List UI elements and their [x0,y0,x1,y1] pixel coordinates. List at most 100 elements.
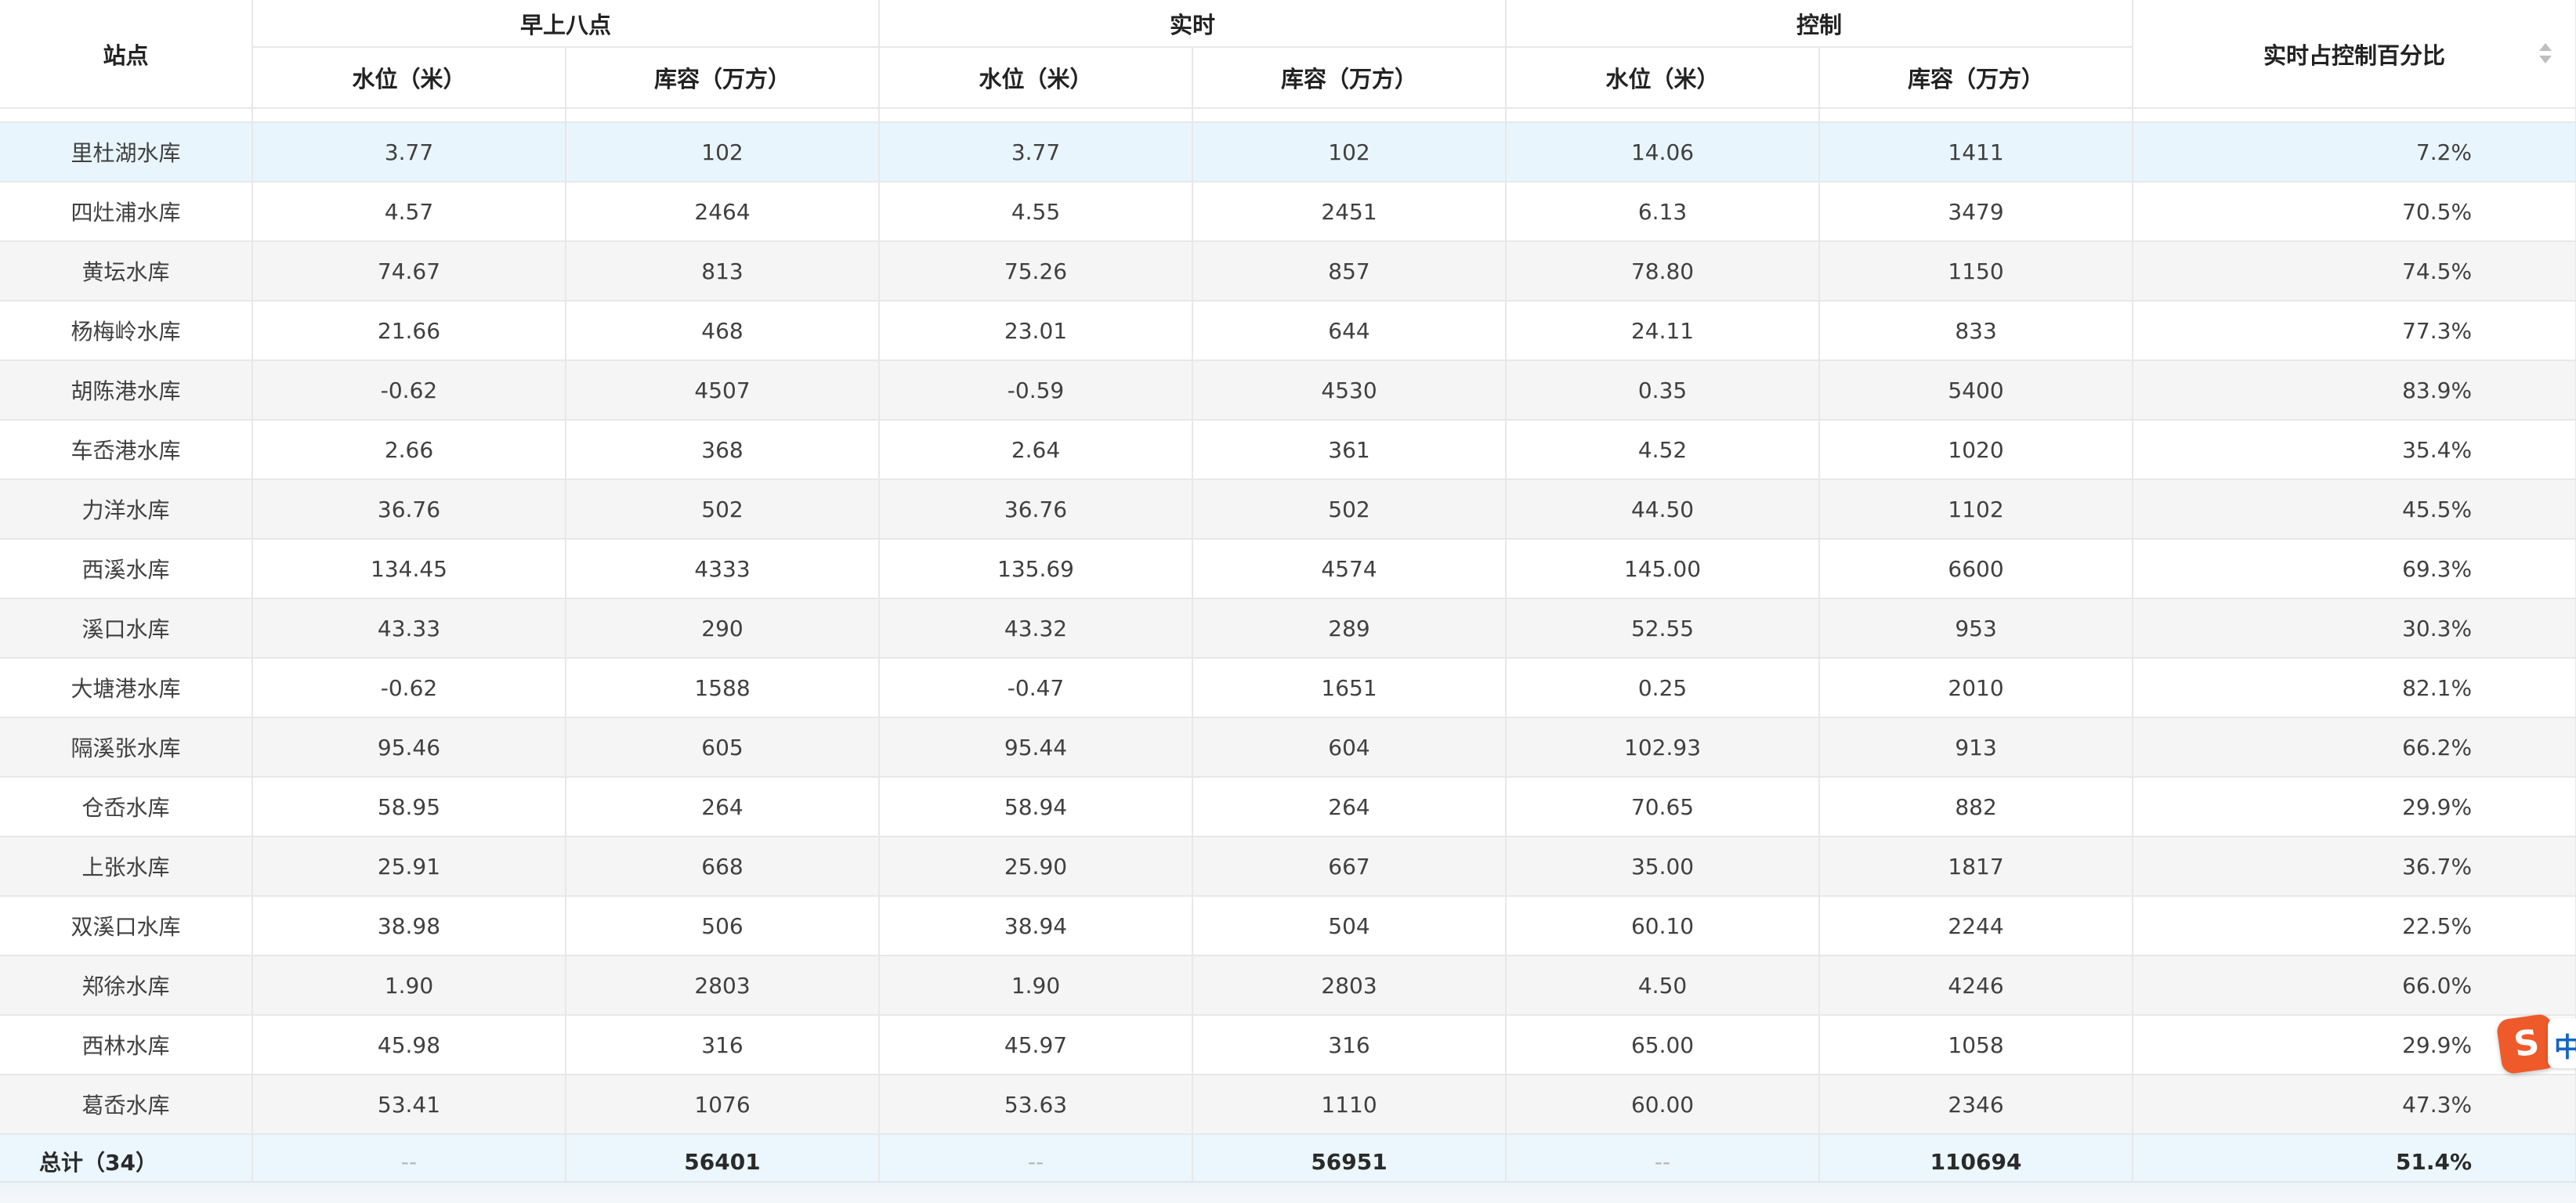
table-header: 站点 早上八点 实时 控制 实时占控制百分比 水位（米） 库容（万方） 水位（米… [0,0,2576,109]
morning-storage-cell: 813 [566,241,881,302]
ime-language-toggle[interactable]: 中 [2548,1018,2576,1068]
control-storage-cell: 1058 [1819,1015,2134,1075]
realtime-level-cell: 2.64 [879,420,1194,480]
table-row[interactable]: 车岙港水库 2.66 368 2.64 361 4.52 1020 35.4% [0,420,2576,480]
realtime-storage-cell: 316 [1192,1015,1507,1075]
station-cell: 黄坛水库 [0,241,253,302]
station-cell: 西林水库 [0,1015,253,1075]
morning-level-cell: 3.77 [252,122,566,182]
table-row[interactable]: 西林水库 45.98 316 45.97 316 65.00 1058 29.9% [0,1015,2576,1075]
control-level-cell: 24.11 [1506,301,1821,361]
table-row[interactable]: 双溪口水库 38.98 506 38.94 504 60.10 2244 22.5% [0,896,2576,956]
morning-level-cell: 4.57 [252,182,566,242]
table-row[interactable]: 葛岙水库 53.41 1076 53.63 1110 60.00 2346 47.3% [0,1075,2576,1135]
realtime-storage-cell: 2451 [1192,182,1507,242]
control-level-cell: 6.13 [1506,182,1821,242]
realtime-level-cell: -0.47 [879,658,1194,718]
morning-storage-cell: 1588 [566,658,881,718]
realtime-level-cell: 58.94 [879,777,1194,837]
control-level-cell: 65.00 [1506,1015,1821,1075]
station-cell: 葛岙水库 [0,1075,253,1135]
table-row[interactable]: 黄坛水库 74.67 813 75.26 857 78.80 1150 74.5% [0,241,2576,302]
reservoir-table-view: 站点 早上八点 实时 控制 实时占控制百分比 水位（米） 库容（万方） 水位（米… [0,0,2576,1203]
table-row[interactable]: 西溪水库 134.45 4333 135.69 4574 145.00 6600 69.3% [0,539,2576,599]
pct-cell: 47.3% [2133,1075,2576,1135]
table-row[interactable]: 四灶浦水库 4.57 2464 4.55 2451 6.13 3479 70.5% [0,182,2576,242]
pct-cell: 35.4% [2133,420,2576,480]
header-morning-level: 水位（米） [252,47,566,109]
realtime-storage-cell: 504 [1192,896,1507,956]
morning-level-cell: 38.98 [252,896,566,956]
pct-cell: 69.3% [2133,539,2576,599]
pct-cell: 30.3% [2133,598,2576,659]
morning-storage-cell: 264 [566,777,881,837]
control-level-cell: 145.00 [1506,539,1821,599]
header-station[interactable]: 站点 [0,0,253,109]
control-storage-cell: 1150 [1819,241,2134,302]
horizontal-scrollbar[interactable] [0,1181,2576,1203]
realtime-level-cell: 95.44 [879,717,1194,778]
pct-cell: 74.5% [2133,241,2576,302]
morning-storage-cell: 4507 [566,360,881,421]
control-storage-cell: 2244 [1819,896,2134,956]
morning-storage-cell: 4333 [566,539,881,599]
table-row[interactable]: 大塘港水库 -0.62 1588 -0.47 1651 0.25 2010 82.1% [0,658,2576,718]
pct-cell: 70.5% [2133,182,2576,242]
morning-level-cell: -0.62 [252,658,566,718]
pct-cell: 22.5% [2133,896,2576,956]
table-row[interactable]: 仓岙水库 58.95 264 58.94 264 70.65 882 29.9% [0,777,2576,837]
pct-cell: 7.2% [2133,122,2576,182]
morning-level-cell: -0.62 [252,360,566,421]
realtime-level-cell: 38.94 [879,896,1194,956]
table-row[interactable]: 郑徐水库 1.90 2803 1.90 2803 4.50 4246 66.0% [0,956,2576,1016]
control-storage-cell: 3479 [1819,182,2134,242]
pct-cell: 77.3% [2133,301,2576,361]
realtime-storage-cell: 4574 [1192,539,1507,599]
realtime-storage-cell: 502 [1192,479,1507,540]
table-row[interactable]: 上张水库 25.91 668 25.90 667 35.00 1817 36.7% [0,836,2576,897]
morning-level-cell: 2.66 [252,420,566,480]
table-row[interactable]: 溪口水库 43.33 290 43.32 289 52.55 953 30.3% [0,598,2576,659]
pct-cell: 45.5% [2133,479,2576,540]
station-cell: 四灶浦水库 [0,182,253,242]
morning-level-cell: 1.90 [252,956,566,1016]
table-row[interactable]: 里杜湖水库 3.77 102 3.77 102 14.06 1411 7.2% [0,122,2576,182]
pct-cell: 66.0% [2133,956,2576,1016]
morning-level-cell: 36.76 [252,479,566,540]
header-control-storage: 库容（万方） [1819,47,2134,109]
sort-caret-icon[interactable] [2539,42,2552,65]
realtime-storage-cell: 289 [1192,598,1507,659]
morning-storage-cell: 605 [566,717,881,778]
control-level-cell: 0.35 [1506,360,1821,421]
realtime-storage-cell: 2803 [1192,956,1507,1016]
morning-storage-cell: 290 [566,598,881,659]
control-storage-cell: 5400 [1819,360,2134,421]
table-row[interactable]: 胡陈港水库 -0.62 4507 -0.59 4530 0.35 5400 83.9% [0,360,2576,421]
pct-cell: 82.1% [2133,658,2576,718]
header-control-level: 水位（米） [1506,47,1821,109]
header-morning-storage: 库容（万方） [566,47,881,109]
header-pct-sortable[interactable]: 实时占控制百分比 [2133,0,2576,109]
control-level-cell: 78.80 [1506,241,1821,302]
morning-storage-cell: 668 [566,836,881,897]
realtime-level-cell: 43.32 [879,598,1194,659]
realtime-level-cell: 36.76 [879,479,1194,540]
station-cell: 溪口水库 [0,598,253,659]
realtime-storage-cell: 264 [1192,777,1507,837]
control-level-cell: 60.10 [1506,896,1821,956]
control-level-cell: 60.00 [1506,1075,1821,1135]
header-realtime-level: 水位（米） [879,47,1194,109]
morning-storage-cell: 1076 [566,1075,881,1135]
station-cell: 仓岙水库 [0,777,253,837]
realtime-storage-cell: 857 [1192,241,1507,302]
morning-level-cell: 58.95 [252,777,566,837]
table-row[interactable]: 力洋水库 36.76 502 36.76 502 44.50 1102 45.5% [0,479,2576,540]
table-row[interactable]: 杨梅岭水库 21.66 468 23.01 644 24.11 833 77.3% [0,301,2576,361]
morning-level-cell: 21.66 [252,301,566,361]
realtime-level-cell: 1.90 [879,956,1194,1016]
table-row[interactable]: 隔溪张水库 95.46 605 95.44 604 102.93 913 66.2% [0,717,2576,778]
station-cell: 杨梅岭水库 [0,301,253,361]
pct-cell: 36.7% [2133,836,2576,897]
realtime-level-cell: 53.63 [879,1075,1194,1135]
control-level-cell: 0.25 [1506,658,1821,718]
